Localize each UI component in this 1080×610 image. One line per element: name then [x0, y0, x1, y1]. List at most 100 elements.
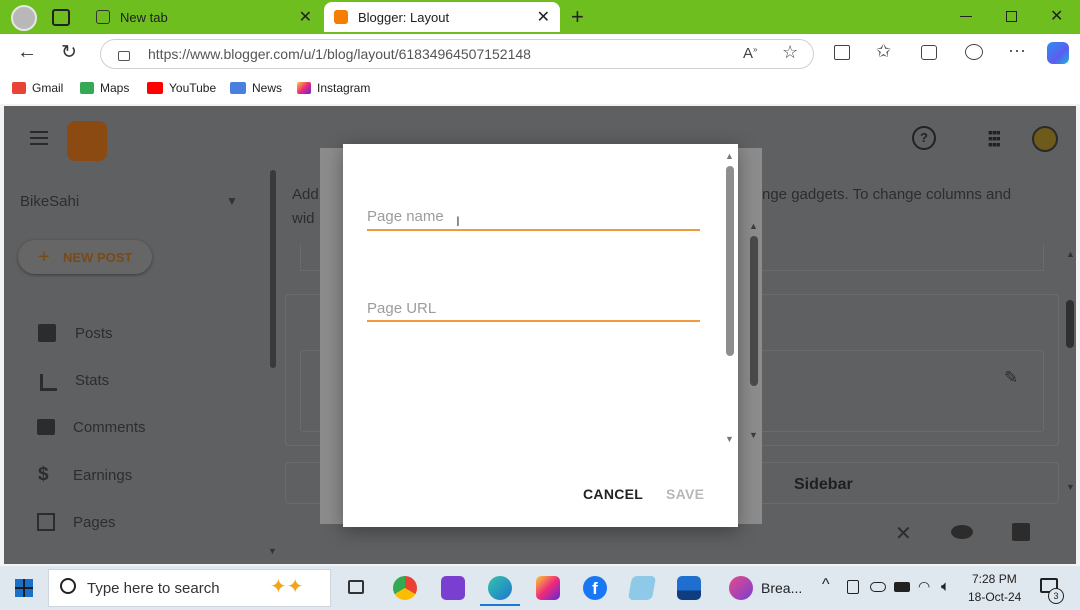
meet-now-icon[interactable]: [847, 580, 859, 594]
sidebar-scrollbar[interactable]: [270, 170, 276, 368]
split-screen-icon[interactable]: [834, 45, 850, 60]
refresh-icon[interactable]: ↻: [61, 41, 77, 64]
edge-icon[interactable]: [488, 576, 512, 600]
layout-intro-text-left-2: wid: [292, 210, 315, 227]
show-hidden-icons-icon[interactable]: ^: [822, 576, 830, 594]
instagram-icon: [297, 82, 311, 94]
back-icon[interactable]: ←: [17, 41, 37, 64]
taskbar-app-label[interactable]: Brea...: [761, 580, 802, 596]
nav-comments[interactable]: Comments: [73, 419, 146, 436]
page-url-underline: [367, 320, 700, 322]
more-icon[interactable]: ···: [1008, 40, 1026, 61]
page-name-input[interactable]: Page name: [367, 208, 699, 225]
gmail-icon: [12, 82, 26, 94]
earnings-icon: $: [38, 464, 49, 485]
bookmark-youtube[interactable]: YouTube: [147, 81, 216, 95]
search-highlight-icon: ✦✦: [270, 576, 304, 598]
cancel-button[interactable]: CANCEL: [583, 486, 643, 502]
onedrive-icon[interactable]: [870, 582, 886, 592]
browser-app-icon[interactable]: [729, 576, 753, 600]
copilot-icon[interactable]: [1047, 42, 1069, 64]
help-icon[interactable]: ?: [912, 126, 936, 150]
url-text[interactable]: https://www.blogger.com/u/1/blog/layout/…: [148, 46, 531, 62]
page-name-underline: [367, 229, 700, 231]
extensions-icon[interactable]: [965, 44, 983, 60]
bookmark-label: Gmail: [32, 81, 64, 95]
background-dialog-scrollbar: [750, 236, 758, 386]
page-scrollbar[interactable]: [1066, 300, 1074, 348]
bookmark-maps[interactable]: Maps: [80, 81, 129, 95]
nav-posts[interactable]: Posts: [75, 325, 113, 342]
restore-icon[interactable]: [1006, 11, 1017, 22]
apps-grid-icon[interactable]: ▪▪▪ ▪▪▪ ▪▪▪: [988, 125, 1001, 151]
nav-pages[interactable]: Pages: [73, 514, 116, 531]
new-tab-button[interactable]: +: [571, 4, 584, 30]
save-layout-icon[interactable]: [1012, 523, 1030, 541]
bookmark-label: YouTube: [169, 81, 217, 95]
bookmark-label: News: [252, 81, 283, 95]
page-url-input[interactable]: Page URL: [367, 300, 699, 317]
new-tab-icon: [96, 10, 110, 24]
page-scroll-down-icon[interactable]: ▼: [1066, 482, 1075, 492]
tab-label: New tab: [120, 9, 168, 25]
pages-icon: [37, 513, 55, 531]
taskbar-search-input[interactable]: Type here to search: [87, 580, 220, 597]
bookmark-label: Maps: [100, 81, 130, 95]
bookmark-news[interactable]: News: [230, 81, 282, 95]
add-page-dialog: [343, 144, 738, 527]
clock-time[interactable]: 7:28 PM: [972, 572, 1017, 586]
close-window-icon[interactable]: ✕: [1050, 6, 1063, 26]
tab-actions-icon[interactable]: [52, 9, 70, 26]
menu-icon[interactable]: [30, 131, 48, 145]
sidebar-section-label: Sidebar: [794, 476, 853, 493]
favorite-star-icon[interactable]: ☆: [782, 42, 798, 63]
read-aloud-icon[interactable]: A»: [743, 45, 757, 62]
dialog-scroll-down-icon[interactable]: ▼: [725, 434, 734, 444]
tab-new-tab[interactable]: New tab ✕: [86, 2, 322, 32]
discard-icon[interactable]: ✕: [895, 521, 912, 546]
blogger-logo-icon[interactable]: [67, 121, 107, 161]
nav-stats[interactable]: Stats: [75, 372, 109, 389]
chrome-icon[interactable]: [393, 576, 417, 600]
nav-earnings[interactable]: Earnings: [73, 467, 132, 484]
lock-icon[interactable]: [118, 51, 130, 61]
windows-start-icon[interactable]: [15, 579, 33, 597]
page-scroll-up-icon[interactable]: ▲: [1066, 249, 1075, 259]
task-view-icon[interactable]: [348, 580, 364, 594]
minimize-icon[interactable]: [960, 16, 972, 17]
text-cursor-icon: I: [456, 213, 460, 229]
bookmark-gmail[interactable]: Gmail: [12, 81, 63, 95]
layout-intro-text-left: Add: [292, 186, 319, 203]
remote-desktop-icon[interactable]: [677, 576, 701, 600]
bookmark-instagram[interactable]: Instagram: [297, 81, 370, 95]
edge-active-indicator: [480, 604, 520, 606]
clapperboard-app-icon[interactable]: [441, 576, 465, 600]
facebook-icon[interactable]: f: [583, 576, 607, 600]
blog-dropdown-icon[interactable]: ▼: [226, 194, 238, 208]
profile-avatar[interactable]: [11, 5, 37, 31]
notification-count-badge: 3: [1048, 588, 1064, 604]
notes-app-icon[interactable]: [627, 576, 657, 600]
blogger-favicon-icon: [334, 10, 348, 24]
blog-name[interactable]: BikeSahi: [20, 193, 79, 210]
collections-icon[interactable]: [921, 45, 937, 60]
preview-eye-icon[interactable]: [951, 525, 973, 539]
sidebar-scroll-down-icon[interactable]: ▼: [268, 546, 277, 556]
edit-icon[interactable]: ✎: [1004, 368, 1018, 388]
favorites-icon[interactable]: ✩: [876, 41, 891, 62]
background-dialog-scroll-up-icon: ▲: [749, 221, 758, 231]
account-avatar[interactable]: [1032, 126, 1058, 152]
close-tab-icon[interactable]: ✕: [537, 7, 550, 27]
dialog-scroll-up-icon[interactable]: ▲: [725, 151, 734, 161]
plus-icon: +: [38, 246, 50, 268]
stats-icon: [40, 374, 57, 391]
close-tab-icon[interactable]: ✕: [299, 7, 312, 27]
tab-blogger-layout[interactable]: Blogger: Layout ✕: [324, 2, 560, 32]
wifi-icon[interactable]: ◠: [918, 578, 930, 595]
battery-icon[interactable]: [894, 582, 910, 592]
save-button[interactable]: SAVE: [666, 486, 704, 502]
volume-icon[interactable]: 🔈︎: [941, 578, 950, 595]
dialog-scrollbar[interactable]: [726, 166, 734, 356]
instagram-app-icon[interactable]: [536, 576, 560, 600]
clock-date[interactable]: 18-Oct-24: [968, 590, 1021, 604]
